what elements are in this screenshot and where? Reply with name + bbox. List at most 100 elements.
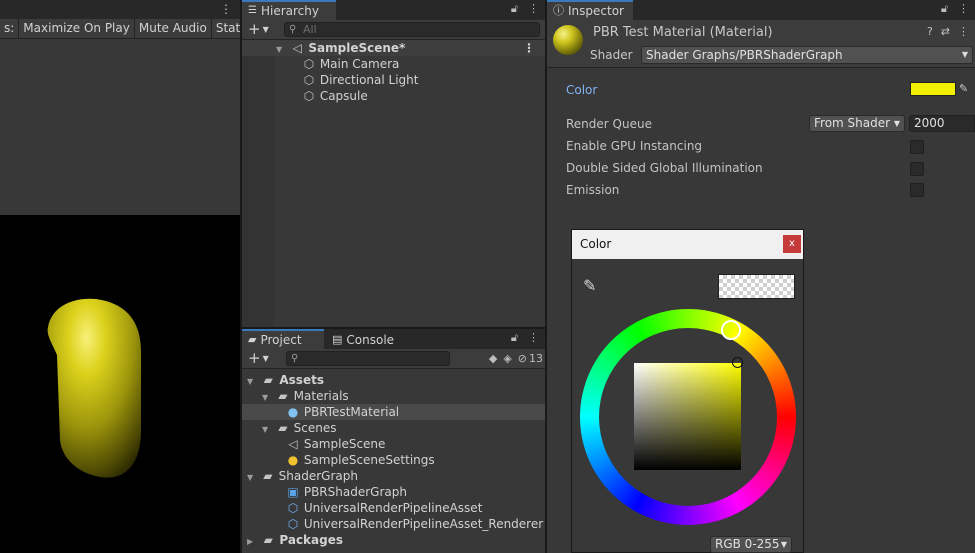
chevron-down-icon: ▼ (780, 540, 787, 549)
filter-by-label-icon[interactable]: ◈ (503, 350, 511, 368)
chevron-down-icon: ▼ (961, 50, 968, 59)
gpu-instancing-checkbox[interactable] (910, 140, 924, 154)
create-asset-button[interactable]: + ▼ (248, 350, 269, 367)
asset-label: SampleScene (303, 437, 386, 451)
material-title: PBR Test Material (Material) (593, 25, 773, 40)
info-icon: ⓘ (553, 4, 564, 17)
color-mode-value: RGB 0-255 (715, 537, 780, 551)
game-viewport[interactable] (0, 215, 240, 553)
chevron-down-icon: ▼ (262, 354, 269, 363)
color-swatch[interactable] (910, 82, 956, 96)
folder-icon: ▰ (248, 333, 257, 346)
folder-packages[interactable]: ▶ ▰ Packages (242, 532, 545, 548)
tab-console[interactable]: ▤ Console (326, 329, 406, 349)
asset-samplescenesettings[interactable]: ● SampleSceneSettings (242, 452, 545, 468)
folder-icon: ▰ (278, 389, 288, 403)
inspector-tab-icons: 🔓︎ ⋮ (941, 2, 969, 16)
game-menu-kebab-icon[interactable]: ⋮ (220, 2, 232, 16)
render-queue-dropdown[interactable]: From Shader ▼ (809, 115, 905, 132)
asset-label: SampleSceneSettings (303, 453, 435, 467)
kebab-icon[interactable]: ⋮ (958, 2, 969, 16)
presets-icon[interactable]: ⇄ (941, 25, 950, 38)
stats-button[interactable]: Stats (212, 19, 240, 38)
folder-icon: ▰ (278, 421, 288, 435)
kebab-icon[interactable]: ⋮ (528, 2, 539, 16)
help-icon[interactable]: ? (927, 25, 933, 38)
double-sided-gi-label: Double Sided Global Illumination (566, 161, 763, 175)
tab-hierarchy[interactable]: ☰ Hierarchy (242, 0, 336, 20)
saturation-value-handle[interactable] (732, 357, 743, 368)
hierarchy-panel: ☰ Hierarchy 🔓︎ ⋮ + ▼ ⚲ All ▼ ◁ SampleScen… (242, 0, 545, 327)
search-icon: ⚲ (291, 353, 299, 364)
game-tab-strip: ⋮ (0, 0, 240, 19)
emission-label: Emission (566, 183, 620, 197)
unity-scene-icon: ◁ (288, 437, 298, 451)
folder-materials[interactable]: ▼ ▰ Materials (242, 388, 545, 404)
maximize-on-play-button[interactable]: Maximize On Play (19, 19, 135, 38)
hierarchy-item-directional-light[interactable]: ⬡ Directional Light (242, 72, 545, 88)
inspector-tabbar: ⓘ Inspector 🔓︎ ⋮ (547, 0, 975, 20)
kebab-icon[interactable]: ⋮ (523, 40, 535, 56)
scene-row[interactable]: ▼ ◁ SampleScene* ⋮ (242, 40, 545, 56)
lock-icon[interactable]: 🔓︎ (941, 2, 948, 16)
folder-assets[interactable]: ▼ ▰ Assets (242, 372, 545, 388)
lock-icon[interactable]: 🔓︎ (511, 2, 518, 16)
hidden-packages-toggle[interactable]: ⊘ 13 (518, 350, 543, 368)
pipeline-asset-icon: ⬡ (287, 501, 299, 515)
hue-handle[interactable] (721, 320, 741, 340)
kebab-icon[interactable]: ⋮ (958, 25, 969, 38)
material-sphere-icon: ● (287, 405, 299, 419)
render-queue-input[interactable]: 2000 (909, 115, 975, 132)
shader-dropdown[interactable]: Shader Graphs/PBRShaderGraph ▼ (641, 46, 973, 64)
asset-urp-asset[interactable]: ⬡ UniversalRenderPipelineAsset (242, 500, 545, 516)
saturation-value-square[interactable] (634, 363, 741, 470)
pipeline-asset-icon: ⬡ (287, 517, 299, 531)
tab-project[interactable]: ▰ Project (242, 329, 324, 349)
folder-icon: ▰ (263, 533, 273, 547)
create-button[interactable]: + ▼ (248, 21, 269, 38)
collapse-arrow-icon[interactable]: ▶ (247, 534, 257, 550)
capsule-render (47, 298, 142, 478)
kebab-icon[interactable]: ⋮ (528, 331, 539, 345)
hierarchy-item-main-camera[interactable]: ⬡ Main Camera (242, 56, 545, 72)
tab-inspector-label: Inspector (568, 4, 624, 18)
hierarchy-tabbar: ☰ Hierarchy 🔓︎ ⋮ (242, 0, 545, 20)
hierarchy-item-capsule[interactable]: ⬡ Capsule (242, 88, 545, 104)
folder-label: Scenes (293, 421, 337, 435)
tab-inspector[interactable]: ⓘ Inspector (547, 0, 633, 20)
search-placeholder: All (303, 23, 317, 36)
folder-label: Materials (293, 389, 349, 403)
color-picker-window: Color x ✎ RGB 0-255 ▼ (571, 229, 804, 553)
asset-samplescene[interactable]: ◁ SampleScene (242, 436, 545, 452)
color-mode-dropdown[interactable]: RGB 0-255 ▼ (710, 536, 792, 553)
shader-graph-icon: ▣ (287, 485, 299, 499)
eyedropper-icon[interactable]: ✎ (959, 82, 968, 95)
color-picker-titlebar[interactable]: Color x (572, 230, 803, 259)
close-button[interactable]: x (783, 235, 801, 253)
double-sided-gi-checkbox[interactable] (910, 162, 924, 176)
eyedropper-icon[interactable]: ✎ (583, 276, 596, 295)
color-preview-swatch (718, 274, 795, 299)
asset-pbrtestmaterial[interactable]: ● PBRTestMaterial (242, 404, 545, 420)
project-panel: ▰ Project ▤ Console 🔓︎ ⋮ + ▼ ⚲ ◆ ◈ ⊘ 13 ▼… (242, 329, 545, 553)
emission-checkbox[interactable] (910, 183, 924, 197)
asset-pbrshadergraph[interactable]: ▣ PBRShaderGraph (242, 484, 545, 500)
folder-scenes[interactable]: ▼ ▰ Scenes (242, 420, 545, 436)
folder-shadergraph[interactable]: ▼ ▰ ShaderGraph (242, 468, 545, 484)
gameobject-cube-icon: ⬡ (303, 73, 315, 87)
filter-by-type-icon[interactable]: ◆ (489, 350, 497, 368)
chevron-down-icon: ▼ (262, 25, 269, 34)
project-tab-icons: 🔓︎ ⋮ (511, 331, 539, 345)
hierarchy-search-input[interactable]: ⚲ All (284, 22, 540, 37)
asset-urp-renderer[interactable]: ⬡ UniversalRenderPipelineAsset_Renderer (242, 516, 545, 532)
mute-audio-button[interactable]: Mute Audio (135, 19, 212, 38)
asset-label: UniversalRenderPipelineAsset_Renderer (303, 517, 544, 531)
list-icon: ☰ (248, 5, 257, 16)
project-search-input[interactable]: ⚲ (286, 351, 450, 366)
game-toolbar-partial-button[interactable]: s: (0, 19, 20, 38)
asset-label: PBRShaderGraph (303, 485, 407, 499)
search-icon: ⚲ (289, 24, 297, 35)
render-queue-value: 2000 (914, 116, 945, 130)
lock-icon[interactable]: 🔓︎ (511, 331, 518, 345)
project-tabbar: ▰ Project ▤ Console 🔓︎ ⋮ (242, 329, 545, 349)
